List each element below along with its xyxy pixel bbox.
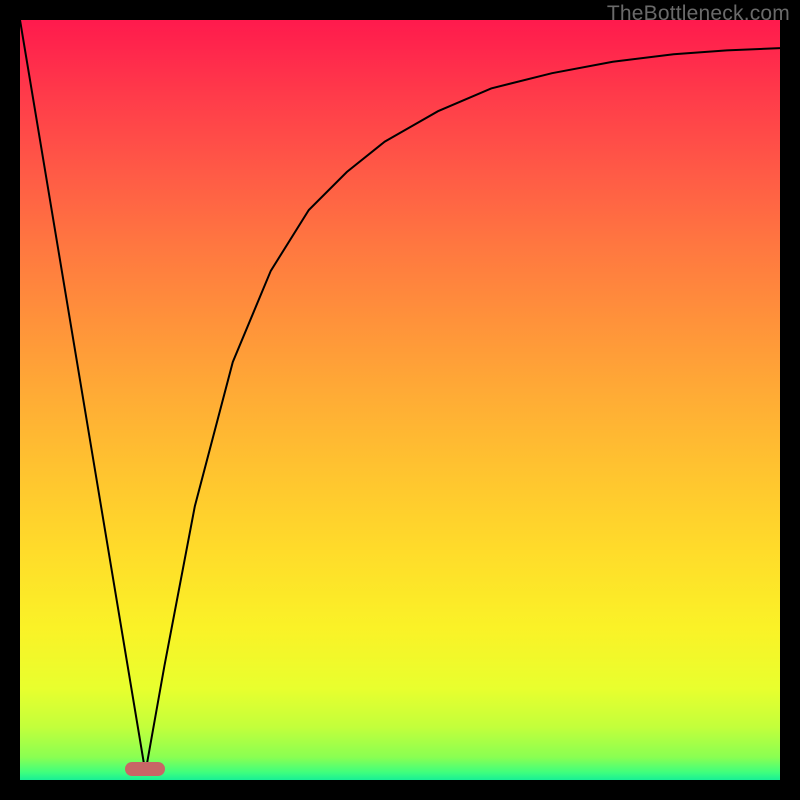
curve-path: [20, 20, 780, 772]
optimal-marker: [125, 762, 165, 776]
plot-area: [20, 20, 780, 780]
chart-frame: TheBottleneck.com: [0, 0, 800, 800]
watermark-text: TheBottleneck.com: [607, 2, 790, 26]
bottleneck-curve: [20, 20, 780, 780]
